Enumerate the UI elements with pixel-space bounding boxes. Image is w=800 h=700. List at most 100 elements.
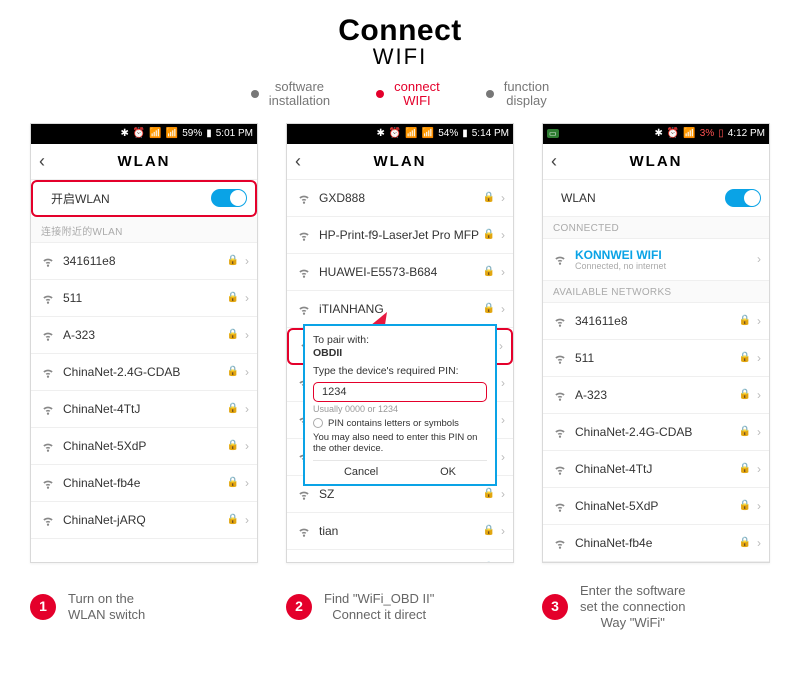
wifi-network-row[interactable]: ChinaNet-5XdP🔒› [31,428,257,465]
network-name: ChinaNet-2.4G-CDAB [63,365,227,379]
chevron-right-icon: › [501,450,505,464]
app-bar: ‹ WLAN [543,144,769,180]
wifi-icon: 📶 [149,128,161,139]
network-name: ChinaNet-5XdP [63,439,227,453]
network-name: HUAWEI-E5573-B684 [319,265,483,279]
step-number: 2 [286,594,312,620]
connected-network-row[interactable]: KONNWEI WIFI Connected, no internet › [543,239,769,281]
wifi-network-row[interactable]: ChinaNet-4TtJ🔒› [543,451,769,488]
wifi-icon [41,291,55,305]
section-label: 连接附近的WLAN [31,217,257,243]
chevron-right-icon: › [501,413,505,427]
wlan-toggle-row[interactable]: 开启WLAN [31,180,257,217]
wifi-icon [553,536,567,550]
wifi-network-row[interactable]: 341611e8🔒› [543,303,769,340]
wifi-network-row[interactable]: ChinaNet-fb4e🔒› [543,525,769,562]
wifi-network-row[interactable]: ChinaNet-2.4G-CDAB🔒› [543,414,769,451]
wifi-icon [553,499,567,513]
wifi-network-row[interactable]: ChinaNet-fb4e🔒› [31,465,257,502]
signal-icon: 📶 [166,128,178,139]
wlan-toggle-label: WLAN [561,191,725,205]
lock-icon: 🔒 [483,229,495,240]
chevron-right-icon: › [245,402,249,416]
wifi-icon [41,328,55,342]
wifi-network-row[interactable]: HP-Print-f9-LaserJet Pro MFP🔒› [287,217,513,254]
wifi-icon [41,254,55,268]
network-name: ChinaNet-fb4e [63,476,227,490]
network-name: ChinaNet-2.4G-CDAB [575,425,739,439]
status-bar: ✱ ⏰ 📶 📶 59% ▮ 5:01 PM [31,124,257,144]
status-bar: ✱ ⏰ 📶 📶 54% ▮ 5:14 PM [287,124,513,144]
chevron-right-icon: › [757,462,761,476]
chevron-right-icon: › [757,536,761,550]
section-available: AVAILABLE NETWORKS [543,281,769,303]
wifi-network-row[interactable]: 511🔒› [543,340,769,377]
signal-icon: 📶 [683,128,695,139]
lock-icon: 🔒 [739,537,751,548]
wifi-network-row[interactable]: Hsource🔒› [287,550,513,563]
lock-icon: 🔒 [227,329,239,340]
network-name: A-323 [575,388,739,402]
wifi-network-row[interactable]: ChinaNet-jARQ🔒› [31,502,257,539]
ok-button[interactable]: OK [440,466,456,478]
appbar-title: WLAN [630,153,683,170]
pin-letters-checkbox[interactable]: PIN contains letters or symbols [313,418,487,429]
caption-3: 3 Enter the softwareset the connectionWa… [542,583,770,632]
lock-icon: 🔒 [227,255,239,266]
lock-icon: 🔒 [483,488,495,499]
wifi-icon [41,476,55,490]
chevron-right-icon: › [501,487,505,501]
wifi-network-row[interactable]: ChinaNet-GfGW🔒› [543,562,769,563]
pair-label: To pair with: [313,334,487,346]
network-name: GXD888 [319,191,483,205]
wifi-network-row[interactable]: ChinaNet-4TtJ🔒› [31,391,257,428]
lock-icon: 🔒 [227,292,239,303]
chevron-right-icon: › [245,476,249,490]
lock-icon: 🔒 [739,352,751,363]
battery-pct: 3% [700,128,714,139]
lock-icon: 🔒 [739,463,751,474]
network-name: 341611e8 [63,254,227,268]
back-icon[interactable]: ‹ [551,151,557,172]
step-number: 3 [542,594,568,620]
chevron-right-icon: › [245,254,249,268]
chevron-right-icon: › [757,425,761,439]
pin-input[interactable]: 1234 [313,382,487,402]
wlan-toggle-row[interactable]: WLAN [543,180,769,217]
pair-device: OBDII [313,347,487,359]
chevron-right-icon: › [501,302,505,316]
bluetooth-icon: ✱ [654,128,662,139]
network-name: ChinaNet-5XdP [575,499,739,513]
wifi-icon [553,314,567,328]
phone-screenshot-2: ✱ ⏰ 📶 📶 54% ▮ 5:14 PM ‹ WLAN GXD888🔒›HP-… [286,123,514,563]
back-icon[interactable]: ‹ [295,151,301,172]
connected-name: KONNWEI WIFI [575,248,751,262]
dot-icon [376,90,384,98]
toggle-switch[interactable] [211,189,247,207]
caption-1: 1 Turn on theWLAN switch [30,583,258,632]
lock-icon: 🔒 [483,192,495,203]
wifi-network-row[interactable]: HUAWEI-E5573-B684🔒› [287,254,513,291]
app-bar: ‹ WLAN [31,144,257,180]
network-name: 511 [575,351,739,365]
wifi-network-row[interactable]: A-323🔒› [543,377,769,414]
wifi-network-row[interactable]: ChinaNet-2.4G-CDAB🔒› [31,354,257,391]
wifi-network-row[interactable]: tian🔒› [287,513,513,550]
wifi-network-row[interactable]: GXD888🔒› [287,180,513,217]
step-connect-wifi: connectWIFI [376,80,440,109]
wifi-network-row[interactable]: ChinaNet-5XdP🔒› [543,488,769,525]
chevron-right-icon: › [245,365,249,379]
toggle-switch[interactable] [725,189,761,207]
lock-icon: 🔒 [227,403,239,414]
cancel-button[interactable]: Cancel [344,466,378,478]
back-icon[interactable]: ‹ [39,151,45,172]
step-number: 1 [30,594,56,620]
wifi-network-row[interactable]: iTIANHANG🔒› [287,291,513,328]
wifi-network-row[interactable]: 341611e8🔒 › [31,243,257,280]
chevron-right-icon: › [501,376,505,390]
wifi-network-row[interactable]: 511🔒› [31,280,257,317]
phone-screenshot-1: ✱ ⏰ 📶 📶 59% ▮ 5:01 PM ‹ WLAN 开启WLAN 连接附近… [30,123,258,563]
wifi-network-row[interactable]: A-323🔒› [31,317,257,354]
connected-sub: Connected, no internet [575,261,751,271]
chevron-right-icon: › [501,265,505,279]
